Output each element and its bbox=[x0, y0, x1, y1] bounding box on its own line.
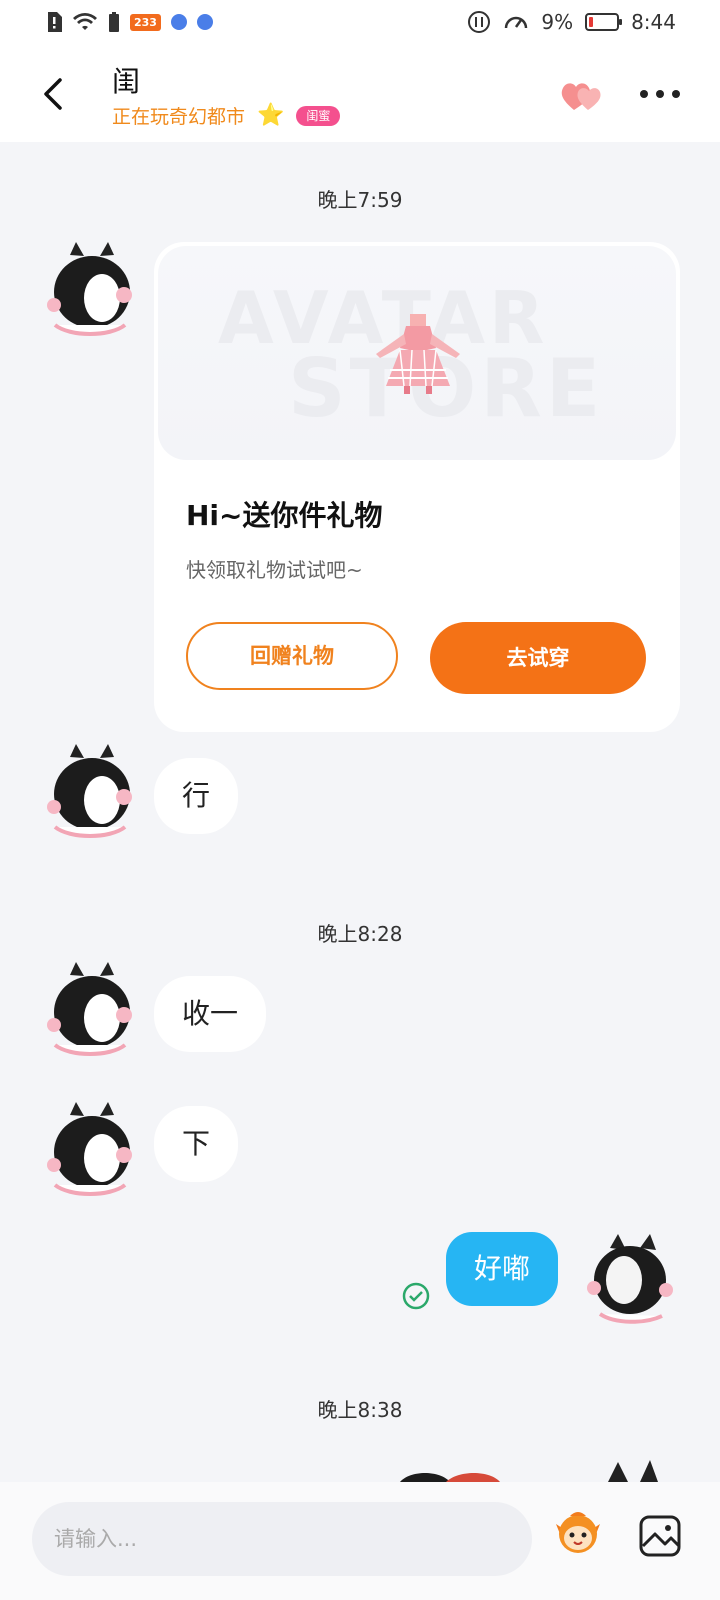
status-right-icons: 9% 8:44 bbox=[467, 10, 676, 34]
partial-sticker bbox=[400, 1473, 500, 1482]
battery-icon bbox=[585, 13, 623, 31]
timestamp: 晚上8:38 bbox=[317, 1398, 403, 1422]
my-avatar-partial bbox=[608, 1460, 658, 1482]
contact-name[interactable]: 闺 bbox=[112, 60, 140, 100]
double-heart-icon[interactable] bbox=[558, 76, 608, 116]
battery-percent: 9% bbox=[541, 10, 574, 34]
input-bar bbox=[0, 1482, 720, 1600]
message-bubble[interactable]: 下 bbox=[154, 1106, 239, 1182]
gift-description: 快领取礼物试试吧~ bbox=[186, 558, 363, 582]
sim-alert-icon bbox=[48, 12, 62, 32]
gift-image: AVATAR STORE bbox=[158, 246, 676, 460]
speed-gauge-icon bbox=[505, 16, 528, 29]
gift-card[interactable]: AVATAR STORE Hi~送你件礼物 快领取礼物试试吧~ 回赠礼物 去试穿 bbox=[154, 242, 680, 732]
return-gift-button[interactable]: 回赠礼物 bbox=[186, 622, 398, 690]
image-icon[interactable] bbox=[636, 1512, 684, 1560]
playing-status-text: 正在玩奇幻都市 bbox=[112, 106, 246, 128]
clock: 8:44 bbox=[631, 10, 676, 34]
timestamp: 晚上8:28 bbox=[317, 922, 403, 946]
app-notification-icon bbox=[170, 14, 187, 30]
status-left-icons: 233 bbox=[46, 12, 213, 32]
more-options-icon[interactable] bbox=[640, 84, 684, 104]
friendship-star-icon: ⭐ bbox=[257, 103, 285, 128]
sent-check-icon bbox=[402, 1282, 430, 1310]
app-notification-icon-2 bbox=[196, 14, 213, 30]
contact-avatar[interactable] bbox=[40, 1100, 140, 1200]
data-icon bbox=[468, 11, 491, 33]
try-on-button[interactable]: 去试穿 bbox=[430, 622, 646, 694]
my-message-bubble[interactable]: 好嘟 bbox=[446, 1232, 559, 1306]
my-avatar[interactable] bbox=[580, 1230, 680, 1330]
contact-avatar[interactable] bbox=[40, 742, 140, 842]
message-input[interactable] bbox=[32, 1502, 532, 1576]
battery-alert-icon bbox=[109, 12, 119, 32]
relationship-tag[interactable]: 闺蜜 bbox=[296, 105, 341, 126]
contact-avatar[interactable] bbox=[40, 960, 140, 1060]
emoji-sticker-icon[interactable] bbox=[554, 1508, 602, 1556]
chat-header: 闺 正在玩奇幻都市 ⭐ 闺蜜 bbox=[0, 48, 720, 142]
status-bar: 233 9% 8:44 bbox=[0, 0, 720, 48]
dress-icon bbox=[376, 314, 460, 394]
contact-avatar[interactable] bbox=[40, 240, 140, 340]
contact-status: 正在玩奇幻都市 ⭐ 闺蜜 bbox=[112, 102, 341, 129]
timestamp: 晚上7:59 bbox=[317, 188, 403, 212]
gift-title: Hi~送你件礼物 bbox=[186, 499, 383, 532]
wifi-icon bbox=[73, 13, 97, 30]
message-bubble[interactable]: 行 bbox=[154, 758, 239, 834]
app-notification-badge: 233 bbox=[130, 13, 161, 31]
back-icon[interactable] bbox=[34, 70, 74, 118]
message-bubble[interactable]: 收一 bbox=[154, 976, 267, 1052]
